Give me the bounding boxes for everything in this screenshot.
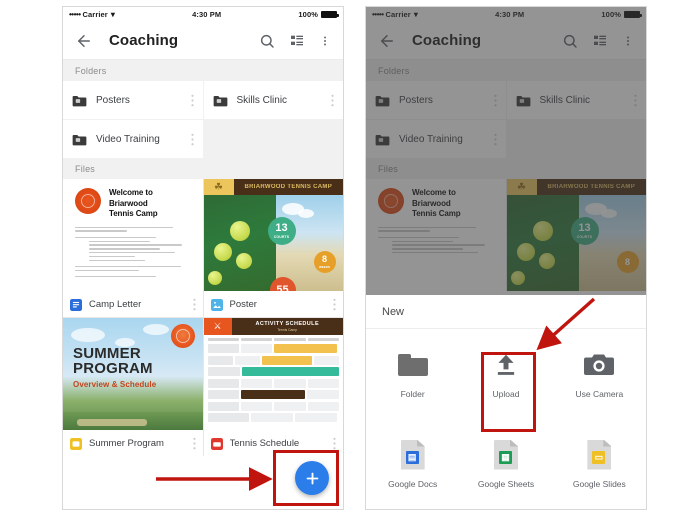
google-docs-icon (70, 298, 82, 311)
image-file-icon (210, 298, 223, 311)
folder-grid-filler (203, 120, 343, 158)
sheet-item-label: Use Camera (575, 388, 624, 399)
clock-label: 4:30 PM (192, 10, 222, 19)
google-slides-icon (70, 437, 82, 450)
folder-icon (72, 133, 87, 146)
more-vert-icon[interactable] (192, 298, 196, 311)
ground-graphic (63, 412, 203, 430)
crest-icon (203, 179, 234, 195)
sheet-item-google-sheets[interactable]: ▦ Google Sheets (459, 419, 552, 509)
folder-name: Skills Clinic (236, 94, 288, 106)
file-thumbnail-camp-letter: Welcome to Briarwood Tennis Camp (63, 179, 203, 291)
file-name: Poster (229, 298, 257, 310)
carrier-label: Carrier (82, 10, 108, 19)
screenshot-stage: ••••• Carrier ▾ 4:30 PM 100% Coaching Fo… (0, 0, 700, 516)
folder-item[interactable]: Video Training (63, 120, 203, 158)
schedule-header: ACTIVITY SCHEDULE Tennis Camp (231, 318, 343, 335)
file-thumbnail-summer-program: SUMMER PROGRAM Overview & Schedule (63, 318, 203, 430)
more-vert-icon[interactable] (190, 133, 194, 146)
files-grid: Welcome to Briarwood Tennis Camp (63, 179, 343, 456)
status-bar-left: ••••• Carrier ▾ 4:30 PM 100% (63, 7, 343, 22)
folder-icon (213, 94, 228, 107)
sheet-item-label: Google Sheets (477, 478, 535, 489)
thumbnail-body-lines (75, 226, 191, 278)
more-vert-icon[interactable] (333, 437, 336, 450)
file-name: Tennis Schedule (229, 437, 300, 449)
poster-banner: BRIARWOOD TENNIS CAMP (233, 179, 343, 195)
bottom-sheet-title: New (366, 295, 646, 329)
circular-seal-graphic (75, 188, 101, 214)
google-sheets-icon: ▦ (489, 439, 523, 470)
list-view-icon[interactable] (289, 33, 305, 49)
upload-highlight-box (481, 352, 536, 432)
section-header-files: Files (63, 158, 343, 179)
page-title: Coaching (109, 32, 179, 49)
phone-screen-left: ••••• Carrier ▾ 4:30 PM 100% Coaching Fo… (62, 6, 344, 510)
file-row[interactable]: Camp Letter (63, 291, 203, 317)
file-thumbnail-tennis-schedule: ⚔ ACTIVITY SCHEDULE Tennis Camp (203, 318, 344, 430)
section-header-folders: Folders (63, 60, 343, 81)
circular-seal-graphic (170, 324, 195, 348)
folder-item[interactable]: Skills Clinic (203, 81, 343, 119)
battery-percent-label: 100% (298, 10, 318, 19)
file-row[interactable]: Poster (204, 291, 344, 317)
folder-icon (72, 94, 87, 107)
poster-badge: 8 WEEKS (313, 251, 336, 273)
thumbnail-title: SUMMER PROGRAM Overview & Schedule (73, 345, 157, 389)
more-vert-icon[interactable] (319, 33, 331, 49)
sheet-item-google-docs[interactable]: ▤ Google Docs (366, 419, 459, 509)
file-card[interactable]: SUMMER PROGRAM Overview & Schedule Summe… (63, 318, 203, 456)
more-vert-icon[interactable] (333, 298, 336, 311)
file-card[interactable]: BRIARWOOD TENNIS CAMP (203, 179, 344, 317)
file-name: Camp Letter (89, 298, 142, 310)
folder-icon (396, 350, 430, 380)
more-vert-icon[interactable] (192, 437, 196, 450)
sheet-item-label: Google Slides (572, 478, 626, 489)
file-name: Summer Program (89, 437, 164, 449)
crossed-rackets-icon: ⚔ (203, 318, 232, 335)
google-docs-icon: ▤ (396, 439, 430, 470)
fab-red-arrow (156, 467, 273, 491)
signal-dots-icon: ••••• (69, 10, 81, 19)
sheet-item-google-slides[interactable]: ▭ Google Slides (553, 419, 646, 509)
phone-screen-right: ••••• Carrier ▾ 4:30 PM 100% Coaching (365, 6, 647, 510)
google-slides-icon: ▭ (582, 439, 616, 470)
folder-name: Posters (96, 94, 130, 106)
poster-photo-left (203, 195, 277, 291)
file-thumbnail-poster: BRIARWOOD TENNIS CAMP (203, 179, 343, 291)
sheet-item-folder[interactable]: Folder (366, 329, 459, 419)
file-card[interactable]: Welcome to Briarwood Tennis Camp (63, 179, 203, 317)
back-arrow-icon[interactable] (75, 32, 93, 50)
folder-item[interactable]: Posters (63, 81, 203, 119)
file-card[interactable]: ⚔ ACTIVITY SCHEDULE Tennis Camp Tennis S… (203, 318, 344, 456)
battery-icon (321, 11, 339, 18)
more-vert-icon[interactable] (331, 94, 334, 107)
pdf-file-icon (210, 437, 223, 450)
more-vert-icon[interactable] (190, 94, 194, 107)
sheet-item-label: Google Docs (388, 478, 438, 489)
folder-name: Video Training (96, 133, 160, 145)
schedule-table (204, 335, 344, 422)
search-icon[interactable] (259, 33, 275, 49)
app-bar-left: Coaching (63, 22, 343, 60)
poster-badge: 13 COURTS (267, 217, 296, 245)
sheet-item-label: Folder (400, 388, 425, 399)
upload-red-arrow (536, 297, 596, 351)
file-row[interactable]: Summer Program (63, 430, 203, 456)
thumbnail-title: Welcome to Briarwood Tennis Camp (109, 188, 158, 219)
folders-grid: Posters Skills Clinic Video Training (63, 81, 343, 158)
